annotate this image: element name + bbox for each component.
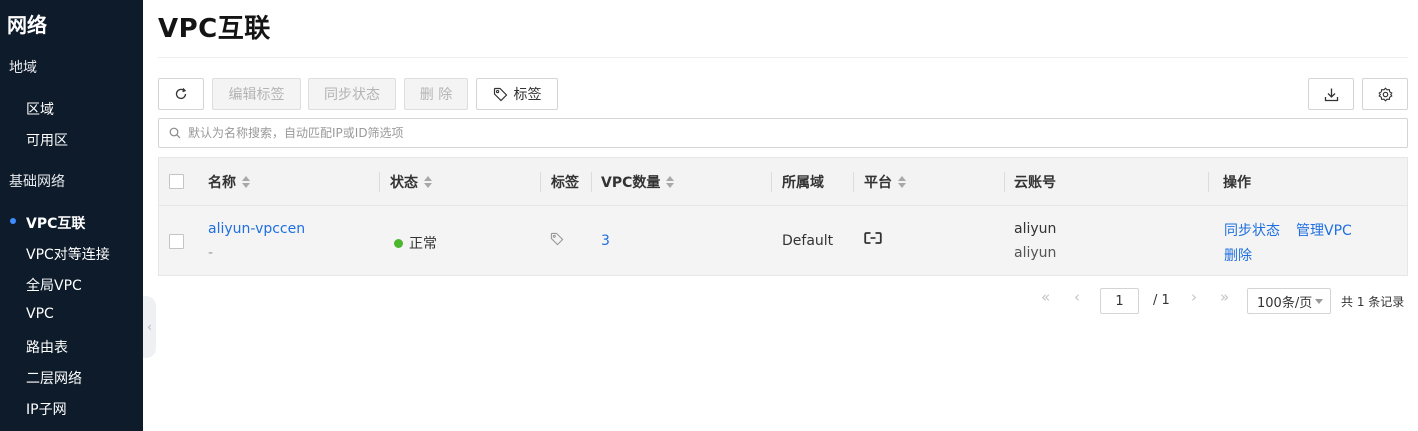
sync-status-action[interactable]: 同步状态: [1224, 220, 1280, 240]
column-divider: [853, 172, 854, 192]
domain-cell: Default: [782, 233, 834, 249]
sort-icon[interactable]: [666, 176, 675, 188]
sidebar-group-region: 地域: [9, 60, 37, 76]
sort-icon[interactable]: [898, 176, 906, 188]
next-page-button[interactable]: ›: [1191, 288, 1197, 306]
sort-icon[interactable]: [424, 176, 432, 188]
sidebar-item-vpc-peering[interactable]: VPC对等连接: [26, 244, 110, 264]
title-divider: [158, 57, 1408, 58]
column-header-tags: 标签: [551, 175, 579, 191]
column-divider: [540, 172, 541, 192]
select-all-checkbox[interactable]: [169, 174, 184, 189]
sidebar-item-ip-subnet[interactable]: IP子网: [26, 399, 67, 419]
status-text: 正常: [409, 236, 437, 252]
name-subtext: -: [208, 245, 214, 261]
search-icon: [169, 127, 181, 139]
delete-button[interactable]: 删 除: [404, 78, 468, 110]
chevron-left-icon: ‹: [147, 320, 152, 334]
column-header-domain: 所属域: [782, 175, 824, 191]
sidebar-collapse-handle[interactable]: ‹: [143, 296, 156, 358]
aliyun-logo-icon: [864, 232, 882, 244]
vpc-count-link[interactable]: 3: [601, 233, 610, 249]
page-size-select[interactable]: 100条/页: [1247, 288, 1331, 314]
first-page-button[interactable]: «: [1041, 288, 1050, 306]
total-records-text: 共 1 条记录: [1341, 295, 1405, 309]
refresh-button[interactable]: [158, 78, 204, 110]
page-title: VPC互联: [158, 14, 271, 44]
chevron-left-icon: ‹: [1074, 288, 1080, 306]
double-chevron-right-icon: »: [1220, 288, 1230, 306]
row-checkbox[interactable]: [169, 234, 184, 249]
tags-button[interactable]: 标签: [476, 78, 558, 110]
sidebar-item-route-table[interactable]: 路由表: [26, 337, 68, 357]
download-button[interactable]: [1308, 78, 1354, 110]
column-header-vpc-count[interactable]: VPC数量: [601, 158, 675, 206]
caret-down-icon: [1315, 298, 1323, 304]
platform-cell: [864, 231, 882, 249]
column-header-actions: 操作: [1223, 175, 1251, 191]
search-input[interactable]: [188, 126, 1407, 140]
tag-icon: [493, 87, 507, 101]
total-pages: / 1: [1153, 293, 1170, 308]
column-divider: [771, 172, 772, 192]
status-indicator-dot: [394, 239, 403, 248]
table-row: aliyun-vpccen - 正常 3 Default aliyun aliy…: [158, 205, 1408, 276]
sidebar-item-vpc[interactable]: VPC: [26, 306, 54, 322]
column-label-status: 状态: [390, 175, 418, 191]
column-header-name[interactable]: 名称: [208, 158, 250, 206]
row-tag-button[interactable]: [550, 232, 564, 250]
active-indicator-dot: [10, 218, 16, 224]
chevron-right-icon: ›: [1191, 288, 1197, 306]
column-divider: [1208, 172, 1209, 192]
column-divider: [591, 172, 592, 192]
delete-action[interactable]: 删除: [1224, 245, 1252, 265]
sidebar-group-basic-network: 基础网络: [9, 174, 65, 190]
table-header: 名称 状态 标签 VPC数量 所属域 平台 云账号 操作: [158, 157, 1408, 205]
sidebar-title: 网络: [7, 13, 47, 37]
status-cell: 正常: [394, 233, 437, 253]
search-box[interactable]: [158, 118, 1408, 148]
sidebar-item-zone[interactable]: 可用区: [26, 130, 68, 150]
sidebar-item-vpc-interconnect[interactable]: VPC互联: [26, 213, 85, 233]
edit-tags-button[interactable]: 编辑标签: [212, 78, 301, 110]
column-divider: [379, 172, 380, 192]
account-subtext: aliyun: [1014, 245, 1057, 261]
column-label-vpc-count: VPC数量: [601, 175, 661, 191]
sidebar-item-l2-network[interactable]: 二层网络: [26, 368, 82, 388]
last-page-button[interactable]: »: [1220, 288, 1229, 306]
column-header-status[interactable]: 状态: [390, 158, 432, 206]
column-divider: [1004, 172, 1005, 192]
sidebar: 网络 地域 区域 可用区 基础网络 VPC互联 VPC对等连接 全局VPC VP…: [0, 0, 143, 431]
sidebar-item-region[interactable]: 区域: [26, 99, 54, 119]
double-chevron-left-icon: «: [1041, 288, 1051, 306]
sort-icon[interactable]: [242, 176, 250, 188]
tags-button-label: 标签: [513, 87, 542, 103]
vpc-interconnect-name-link[interactable]: aliyun-vpccen: [208, 221, 305, 237]
column-header-platform[interactable]: 平台: [864, 158, 906, 206]
tag-icon: [550, 232, 564, 246]
manage-vpc-action[interactable]: 管理VPC: [1296, 220, 1352, 240]
sidebar-item-global-vpc[interactable]: 全局VPC: [26, 275, 82, 295]
page-number-input[interactable]: 1: [1100, 288, 1139, 314]
column-label-platform: 平台: [864, 175, 892, 191]
column-header-account: 云账号: [1014, 175, 1056, 191]
refresh-icon: [175, 88, 187, 100]
gear-icon: [1377, 86, 1393, 102]
account-name: aliyun: [1014, 221, 1057, 237]
prev-page-button[interactable]: ‹: [1074, 288, 1080, 306]
download-icon: [1324, 88, 1338, 101]
settings-button[interactable]: [1362, 78, 1408, 110]
sync-status-button[interactable]: 同步状态: [308, 78, 396, 110]
column-label-name: 名称: [208, 175, 236, 191]
page-size-value: 100条/页: [1257, 295, 1313, 311]
